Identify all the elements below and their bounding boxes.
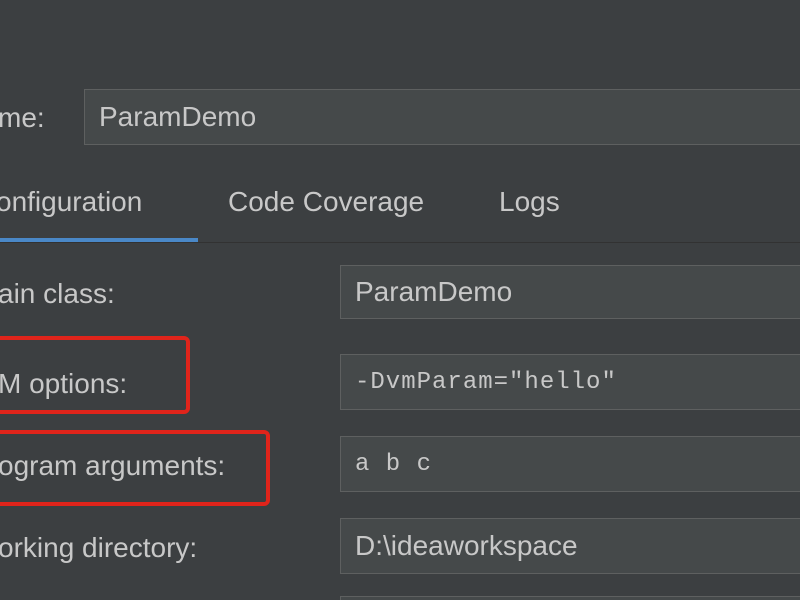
run-configuration-dialog: me: ParamDemo onfiguration Code Coverage… <box>0 0 800 600</box>
vm-options-input[interactable]: -DvmParam="hello" <box>340 354 800 410</box>
name-input[interactable]: ParamDemo <box>84 89 800 145</box>
main-class-input[interactable]: ParamDemo <box>340 265 800 319</box>
working-directory-label: orking directory: <box>0 532 198 563</box>
tab-configuration[interactable]: onfiguration <box>0 186 142 218</box>
vm-options-highlight-box <box>0 336 190 414</box>
program-arguments-highlight-box <box>0 430 270 506</box>
main-class-label: ain class: <box>0 278 115 309</box>
name-label: me: <box>0 102 45 133</box>
active-tab-indicator <box>0 238 198 242</box>
program-arguments-input[interactable]: a b c <box>340 436 800 492</box>
working-directory-input[interactable]: D:\ideaworkspace <box>340 518 800 574</box>
next-field-partial[interactable] <box>340 596 800 600</box>
tab-logs[interactable]: Logs <box>499 186 560 218</box>
tab-code-coverage[interactable]: Code Coverage <box>228 186 424 218</box>
tab-bar-divider <box>0 242 800 243</box>
